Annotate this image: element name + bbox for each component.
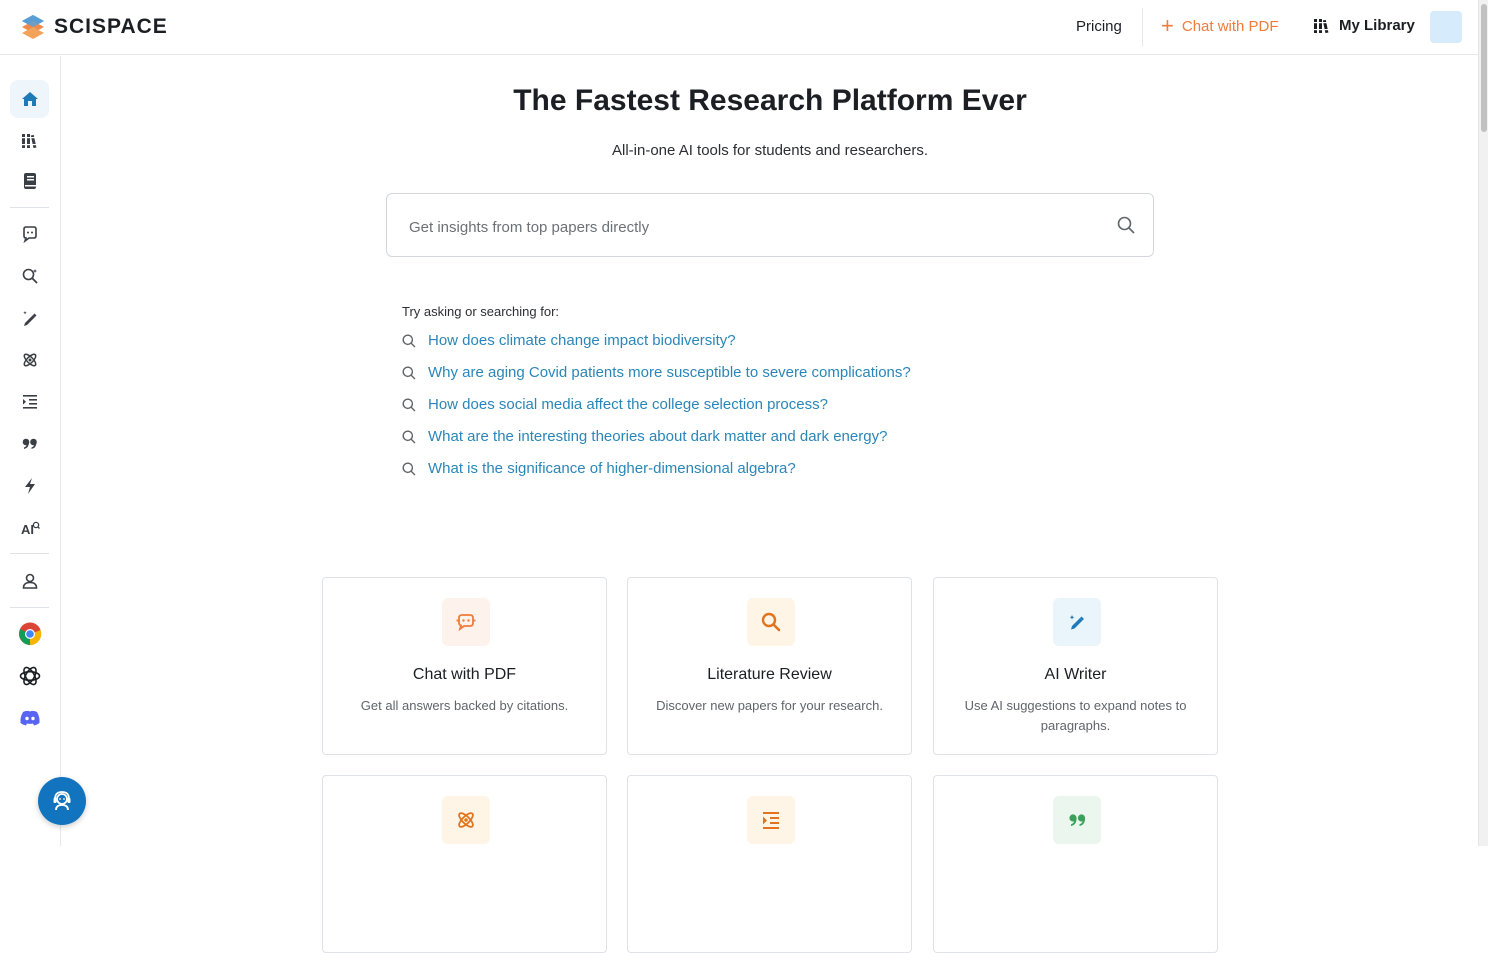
literature-review-icon — [22, 268, 38, 284]
quote-icon — [1053, 796, 1101, 844]
suggestion-text: What are the interesting theories about … — [428, 428, 888, 445]
top-header: SCISPACE Pricing + Chat with PDF My Libr… — [0, 0, 1478, 55]
sidebar-item-ai-writer[interactable] — [10, 299, 49, 337]
magnifier-icon — [747, 598, 795, 646]
library-icon — [20, 134, 39, 149]
nav-my-library-label: My Library — [1339, 17, 1415, 34]
suggestion-link[interactable]: How does social media affect the college… — [402, 396, 828, 413]
feature-card-extract-data[interactable] — [322, 775, 607, 953]
search-icon — [402, 366, 416, 379]
suggestion-text: How does climate change impact biodivers… — [428, 332, 736, 349]
left-sidebar: AI — [0, 56, 61, 846]
card-title: Chat with PDF — [412, 666, 517, 683]
ai-writer-icon — [22, 311, 36, 326]
sidebar-item-extract-data[interactable] — [10, 341, 49, 379]
logo-text: SCISPACE — [54, 15, 168, 38]
feature-card-chat-with-pdf[interactable]: Chat with PDF Get all answers backed by … — [322, 577, 607, 755]
library-icon — [1313, 18, 1331, 33]
feature-card-paraphraser[interactable] — [627, 775, 912, 953]
chat-pdf-icon — [442, 598, 490, 646]
suggestion-link[interactable]: Why are aging Covid patients more suscep… — [402, 364, 911, 381]
sidebar-separator — [10, 607, 49, 608]
scispace-logo-icon — [22, 15, 44, 39]
suggestion-text: How does social media affect the college… — [428, 396, 828, 413]
search-input[interactable] — [407, 214, 1091, 240]
pen-icon — [1053, 598, 1101, 646]
page-subtitle: All-in-one AI tools for students and res… — [612, 142, 928, 159]
sidebar-item-chat-pdf[interactable] — [10, 215, 49, 253]
search-icon[interactable] — [1117, 216, 1135, 239]
sidebar-separator — [10, 207, 49, 208]
card-title: AI Writer — [1044, 666, 1107, 683]
sidebar-item-chrome-extension[interactable] — [10, 615, 49, 653]
search-box — [386, 193, 1154, 257]
suggestions-label: Try asking or searching for: — [402, 304, 560, 319]
card-title: Literature Review — [707, 666, 832, 683]
notebook-icon — [23, 173, 36, 189]
card-description: Discover new papers for your research. — [656, 698, 883, 713]
svg-text:AI: AI — [21, 522, 34, 537]
scispace-logo[interactable]: SCISPACE — [20, 13, 168, 41]
feature-card-literature-review[interactable]: Literature Review Discover new papers fo… — [627, 577, 912, 755]
nav-chat-with-pdf-button[interactable]: + Chat with PDF — [1161, 13, 1279, 38]
atom-icon — [23, 353, 36, 367]
sidebar-item-discord[interactable] — [10, 699, 49, 737]
sidebar-item-paraphraser[interactable] — [10, 383, 49, 421]
suggestion-text: Why are aging Covid patients more suscep… — [428, 364, 911, 381]
nav-chat-with-pdf-label: Chat with PDF — [1181, 17, 1279, 35]
home-icon — [21, 92, 38, 106]
sidebar-item-ai-text[interactable]: AI — [10, 509, 49, 547]
sidebar-item-home[interactable] — [10, 80, 49, 118]
chrome-icon — [18, 622, 41, 646]
user-avatar[interactable] — [1430, 11, 1462, 43]
feature-card-ai-writer[interactable]: AI Writer Use AI suggestions to expand n… — [933, 577, 1218, 755]
sidebar-item-chatgpt-plugin[interactable] — [10, 657, 49, 695]
openai-icon — [19, 666, 40, 686]
ai-text-icon: AI — [21, 521, 40, 537]
card-description: Use AI suggestions to expand notes to pa… — [964, 698, 1187, 733]
lightning-icon — [24, 478, 35, 494]
support-chat-button[interactable] — [38, 777, 86, 825]
sidebar-item-literature-review[interactable] — [10, 257, 49, 295]
search-icon — [402, 430, 416, 443]
profile-icon — [22, 573, 37, 589]
quote-icon — [22, 438, 37, 449]
nav-my-library-button[interactable]: My Library — [1313, 17, 1415, 34]
suggestion-link[interactable]: How does climate change impact biodivers… — [402, 332, 736, 349]
sidebar-item-citation[interactable] — [10, 425, 49, 463]
page-scrollbar-thumb[interactable] — [1481, 4, 1487, 132]
nav-divider — [1142, 8, 1143, 46]
support-agent-icon — [53, 791, 71, 811]
sidebar-item-ai-detector[interactable] — [10, 467, 49, 505]
search-icon — [402, 462, 416, 475]
card-description: Get all answers backed by citations. — [360, 698, 569, 713]
chat-pdf-icon — [22, 226, 37, 243]
suggestion-link[interactable]: What is the significance of higher-dimen… — [402, 460, 796, 477]
suggestion-text: What is the significance of higher-dimen… — [428, 460, 796, 477]
discord-icon — [19, 710, 40, 726]
sidebar-item-notebook[interactable] — [10, 162, 49, 200]
sidebar-item-profile[interactable] — [10, 562, 49, 600]
page-title: The Fastest Research Platform Ever — [513, 84, 1027, 117]
suggestion-link[interactable]: What are the interesting theories about … — [402, 428, 887, 445]
indent-list-icon — [22, 395, 37, 409]
search-icon — [402, 398, 416, 411]
search-icon — [402, 334, 416, 347]
sidebar-separator — [10, 553, 49, 554]
indent-list-icon — [747, 796, 795, 844]
atom-icon — [442, 796, 490, 844]
sidebar-item-library[interactable] — [10, 122, 49, 160]
feature-card-citation-generator[interactable] — [933, 775, 1218, 953]
nav-pricing-link[interactable]: Pricing — [1076, 18, 1122, 35]
plus-icon: + — [1161, 13, 1174, 38]
